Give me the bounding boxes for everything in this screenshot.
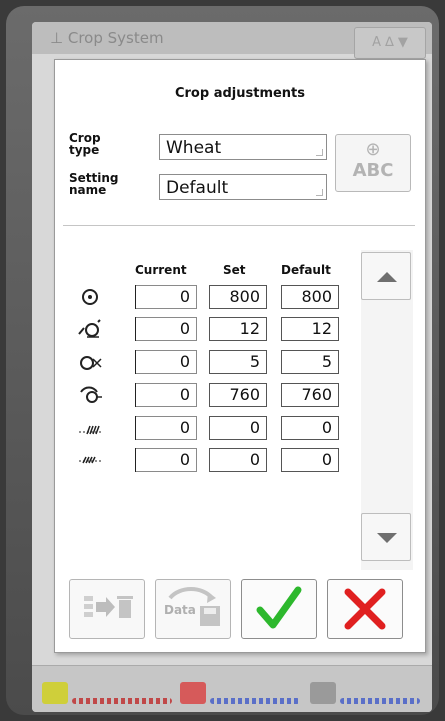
row-4-default: 0	[281, 416, 339, 440]
column-header-default: Default	[281, 263, 331, 277]
setting-name-value: Default	[166, 178, 229, 198]
row-1-current: 0	[135, 317, 197, 341]
row-3-default: 760	[281, 383, 339, 407]
fan-speed-icon	[80, 356, 102, 370]
concave-adjust-icon	[78, 319, 101, 338]
dialog-title: Crop adjustments	[174, 86, 306, 101]
status-gauge-2	[210, 698, 300, 704]
cancel-button[interactable]	[327, 579, 403, 639]
rotor-speed-icon	[80, 386, 102, 403]
arrow-up-icon	[377, 272, 397, 282]
drum-speed-icon	[82, 289, 98, 305]
upper-sieve-icon	[79, 425, 101, 435]
status-gauge	[72, 698, 172, 704]
crop-type-value: Wheat	[166, 138, 222, 158]
arrow-down-icon	[377, 533, 397, 543]
row-5-set-input[interactable]: 0	[209, 448, 267, 472]
column-header-current: Current	[135, 263, 187, 277]
add-icon: ⊕	[365, 139, 381, 160]
scroll-down-button[interactable]	[361, 513, 411, 561]
fuel-icon	[42, 682, 68, 704]
crop-type-label: Crop type	[69, 131, 101, 157]
crop-type-field[interactable]: Wheat	[159, 134, 327, 160]
lower-sieve-icon	[79, 456, 101, 464]
row-4-current: 0	[135, 416, 197, 440]
new-setting-button[interactable]: ⊕ ABC	[335, 134, 411, 192]
field-corner-icon	[316, 189, 323, 196]
crop-system-icon: ⊥	[50, 29, 68, 47]
field-corner-icon	[316, 149, 323, 156]
data-label: Data	[164, 603, 196, 617]
background-tab: A ∆ ▼	[354, 27, 426, 59]
background-status-bar	[32, 665, 432, 712]
column-header-set: Set	[223, 263, 246, 277]
row-2-default: 5	[281, 350, 339, 374]
row-1-default: 12	[281, 317, 339, 341]
row-3-current: 0	[135, 383, 197, 407]
row-0-set-input[interactable]: 800	[209, 285, 267, 309]
scroll-up-button[interactable]	[361, 252, 411, 300]
divider	[63, 225, 415, 226]
row-2-set-input[interactable]: 5	[209, 350, 267, 374]
status-gauge-3	[340, 698, 420, 704]
save-data-button[interactable]: Data	[155, 579, 231, 639]
tank-icon	[310, 682, 336, 704]
cross-icon	[344, 588, 386, 630]
background-window-title: Crop System	[67, 29, 164, 47]
setting-name-field[interactable]: Default	[159, 174, 327, 200]
crop-adjustments-dialog: Crop adjustments Crop type Wheat Setting…	[54, 59, 426, 653]
row-2-current: 0	[135, 350, 197, 374]
checkmark-icon	[256, 586, 302, 629]
row-3-set-input[interactable]: 760	[209, 383, 267, 407]
row-1-set-input[interactable]: 12	[209, 317, 267, 341]
row-0-current: 0	[135, 285, 197, 309]
row-5-current: 0	[135, 448, 197, 472]
warning-icon	[180, 682, 206, 704]
export-delete-button[interactable]	[69, 579, 145, 639]
row-4-set-input[interactable]: 0	[209, 416, 267, 440]
row-0-default: 800	[281, 285, 339, 309]
row-5-default: 0	[281, 448, 339, 472]
setting-name-label: Setting name	[69, 171, 119, 197]
confirm-button[interactable]	[241, 579, 317, 639]
abc-label: ABC	[352, 160, 394, 181]
export-delete-icon	[84, 596, 133, 618]
